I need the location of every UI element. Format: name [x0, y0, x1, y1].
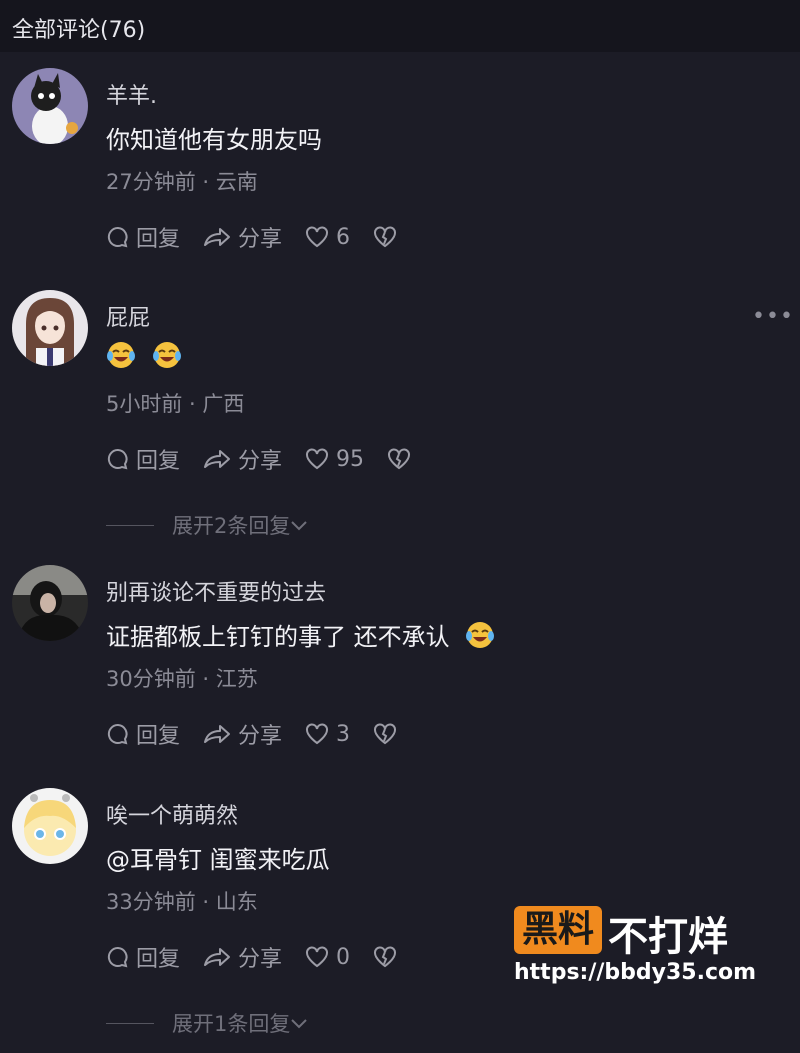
comment-text [106, 340, 198, 371]
share-button[interactable]: 分享 [202, 443, 282, 475]
broken-heart-icon [374, 946, 397, 968]
comment-actions: 回复 分享 95 [106, 442, 440, 476]
reply-button[interactable]: 回复 [106, 221, 180, 253]
reply-bubble-icon [107, 946, 128, 968]
share-arrow-icon [204, 228, 231, 246]
comment-author[interactable]: 唉一个萌萌然 [106, 798, 238, 830]
comment-meta: 27分钟前 · 云南 [106, 170, 258, 194]
share-label: 分享 [238, 724, 283, 749]
comment-actions: 回复 分享 0 [106, 940, 426, 974]
like-button[interactable]: 0 [304, 945, 350, 970]
watermark-slogan: 不打烊 [608, 914, 728, 960]
heart-icon [306, 946, 329, 968]
reply-label: 回复 [136, 724, 181, 749]
reply-bubble-icon [107, 226, 128, 248]
dislike-button[interactable] [386, 447, 418, 471]
share-arrow-icon [204, 450, 231, 468]
broken-heart-icon [388, 448, 411, 470]
share-label: 分享 [238, 449, 283, 474]
like-count: 3 [336, 721, 351, 747]
divider [106, 1022, 154, 1024]
chevron-down-icon [291, 1019, 308, 1029]
avatar[interactable] [12, 290, 88, 366]
reply-bubble-icon [107, 448, 128, 470]
avatar[interactable] [12, 565, 88, 641]
expand-replies-button[interactable]: 展开1条回复 [106, 1008, 308, 1038]
watermark-badge: 黑料 [514, 906, 602, 954]
dislike-button[interactable] [372, 225, 404, 249]
like-button[interactable]: 6 [304, 225, 350, 250]
reply-label: 回复 [136, 227, 181, 252]
comment-author[interactable]: 别再谈论不重要的过去 [106, 575, 326, 607]
heart-icon [306, 448, 329, 470]
laugh-cry-emoji-icon [466, 622, 495, 648]
heart-icon [306, 226, 329, 248]
expand-replies-button[interactable]: 展开2条回复 [106, 510, 308, 540]
like-count: 0 [336, 944, 351, 970]
reply-button[interactable]: 回复 [106, 718, 180, 750]
like-button[interactable]: 3 [304, 722, 350, 747]
comment-meta: 30分钟前 · 江苏 [106, 667, 258, 691]
comment-actions: 回复 分享 3 [106, 717, 426, 751]
like-count: 6 [336, 224, 351, 250]
share-arrow-icon [204, 725, 231, 743]
expand-replies-label: 展开1条回复 [172, 1012, 291, 1036]
dislike-button[interactable] [372, 945, 404, 969]
comment-text: 证据都板上钉钉的事了 还不承认 [106, 617, 511, 652]
comment-text-content: 证据都板上钉钉的事了 还不承认 [106, 623, 450, 651]
laugh-cry-emoji-icon [153, 342, 181, 368]
share-button[interactable]: 分享 [202, 941, 282, 973]
comment-meta: 5小时前 · 广西 [106, 392, 245, 416]
comments-count-title: 全部评论(76) [12, 18, 146, 43]
broken-heart-icon [374, 723, 397, 745]
comment-text: @耳骨钉 闺蜜来吃瓜 [106, 846, 330, 874]
watermark-url: https://bbdy35.com [514, 960, 757, 985]
reply-label: 回复 [136, 947, 181, 972]
expand-replies-label: 展开2条回复 [172, 514, 291, 538]
reply-button[interactable]: 回复 [106, 443, 180, 475]
share-arrow-icon [204, 948, 231, 966]
reply-bubble-icon [107, 723, 128, 745]
share-label: 分享 [238, 227, 283, 252]
avatar[interactable] [12, 788, 88, 864]
comment-actions: 回复 分享 6 [106, 220, 426, 254]
broken-heart-icon [374, 226, 397, 248]
like-count: 95 [336, 446, 365, 472]
comment-text: 你知道他有女朋友吗 [106, 126, 322, 154]
divider [106, 524, 154, 526]
reply-label: 回复 [136, 449, 181, 474]
like-button[interactable]: 95 [304, 447, 364, 472]
heart-icon [306, 723, 329, 745]
comment-author[interactable]: 羊羊. [106, 78, 157, 110]
laugh-cry-emoji-icon [107, 342, 135, 368]
avatar[interactable] [12, 68, 88, 144]
dislike-button[interactable] [372, 722, 404, 746]
top-bar: 全部评论(76) [0, 0, 800, 52]
comment-meta: 33分钟前 · 山东 [106, 890, 258, 914]
more-options-icon[interactable]: ••• [752, 304, 794, 329]
chevron-down-icon [291, 521, 308, 531]
share-button[interactable]: 分享 [202, 221, 282, 253]
reply-button[interactable]: 回复 [106, 941, 180, 973]
share-label: 分享 [238, 947, 283, 972]
share-button[interactable]: 分享 [202, 718, 282, 750]
comment-author[interactable]: 屁屁 [106, 300, 150, 332]
